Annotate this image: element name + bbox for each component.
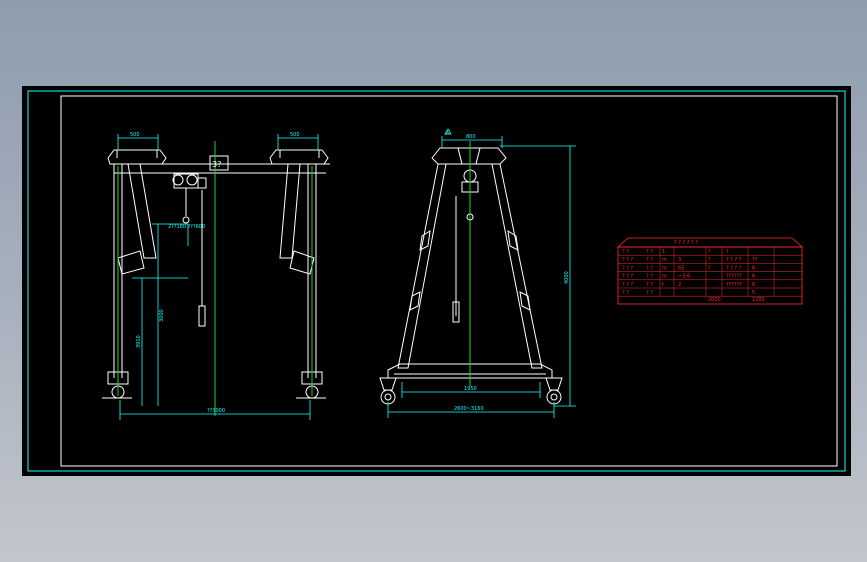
dim-span: ??3000 — [207, 408, 225, 414]
table-cell: ? — [726, 249, 729, 255]
table-cell: ? ? — [646, 274, 653, 280]
spec-table-title: ? ? ? ? ? ? — [674, 240, 698, 246]
table-cell: 1 — [662, 249, 665, 255]
table-cell: ? ? — [646, 290, 653, 296]
table-cell: ?????? — [726, 282, 742, 288]
table-cell: 6 — [752, 282, 755, 288]
table-cell: 2 — [678, 282, 681, 288]
table-cell: ? ? — [622, 249, 629, 255]
table-cell: 6 — [752, 265, 755, 271]
table-cell: ? ? ? — [622, 257, 633, 263]
side-dim-top: 800 — [466, 134, 476, 140]
side-view — [379, 147, 563, 405]
table-cell: m — [662, 257, 667, 263]
table-cell: 3 — [678, 257, 681, 263]
table-cell: ? ? — [646, 265, 653, 271]
dim-top-right: 500 — [290, 132, 300, 138]
side-dim-marker: A — [446, 131, 450, 137]
table-cell: m — [662, 265, 667, 271]
table-cell: t — [662, 282, 664, 288]
spec-table-footer-left: 2000 — [708, 297, 721, 303]
side-dim-base-outer: 2600~3160 — [454, 406, 484, 412]
side-dim-height: 4000 — [564, 271, 570, 284]
dim-height-inner: 3000 — [159, 309, 165, 322]
table-cell: ? — [708, 257, 711, 263]
table-cell: 65 — [678, 265, 684, 271]
table-cell: ? ? — [622, 290, 629, 296]
table-cell: ? ? ? ? — [726, 257, 742, 263]
beam-tag: 3? — [212, 160, 221, 169]
table-cell: ? ? ? — [622, 274, 633, 280]
table-cell: 5 — [752, 290, 755, 296]
table-cell: ?????? — [726, 274, 742, 280]
hook-dims-label: 2??180 ???600 — [168, 224, 205, 230]
dim-top-left: 500 — [130, 132, 140, 138]
table-cell: ? — [708, 265, 711, 271]
table-cell: ? — [708, 249, 711, 255]
dim-height-outer: 3910 — [136, 335, 142, 348]
table-cell: ? ? — [646, 257, 653, 263]
table-cell: ? ? — [646, 282, 653, 288]
table-cell: ? ? — [646, 249, 653, 255]
side-dim-base-inner: 1950 — [464, 386, 477, 392]
table-cell: ? ? ? ? — [726, 265, 742, 271]
table-cell: ?? — [752, 257, 758, 263]
table-cell: ? ? ? — [622, 265, 633, 271]
front-view — [102, 149, 330, 399]
table-cell: ? ? ? — [622, 282, 633, 288]
drawing-sheet: 500 500 3? 2??180 ???600 3000 3910 ??300… — [22, 86, 851, 476]
table-cell: m — [662, 274, 667, 280]
inner-border — [60, 95, 838, 467]
table-cell: ~3.6 — [678, 274, 690, 280]
table-cell: 6 — [752, 274, 755, 280]
front-dimensions — [117, 134, 319, 420]
spec-table: ? ? ? ? ? ? ? ?? ? 1??? ? ?? ? m 3?? ? ? ??… — [616, 237, 804, 305]
spec-table-cells: ? ?? ? 1??? ? ?? ? m 3?? ? ? ???? ? ?? ? m 65… — [622, 249, 758, 296]
spec-table-footer-right: 1200 — [752, 297, 765, 303]
cad-drawing-canvas: 500 500 3? 2??180 ???600 3000 3910 ??300… — [27, 90, 846, 472]
